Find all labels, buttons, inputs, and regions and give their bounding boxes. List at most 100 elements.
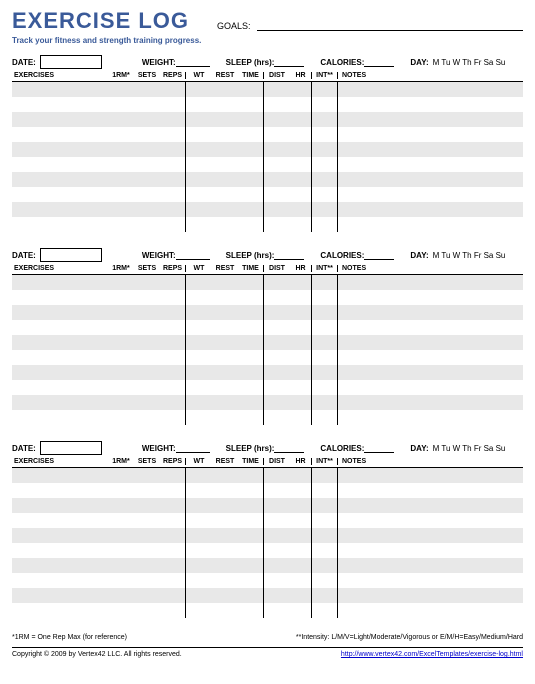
col-int: INT** [312,458,338,465]
calories-input-line[interactable] [364,250,394,260]
table-row[interactable] [12,498,523,513]
col-sets: SETS [134,458,160,465]
table-row[interactable] [12,127,523,142]
table-row[interactable] [12,603,523,618]
subtitle: Track your fitness and strength training… [12,36,523,45]
col-hr: HR [290,265,312,272]
weight-input-line[interactable] [176,443,210,453]
col-notes: NOTES [338,265,523,272]
table-row[interactable] [12,543,523,558]
footnote-intensity: **Intensity: L/M/V=Light/Moderate/Vigoro… [296,634,523,641]
table-row[interactable] [12,187,523,202]
day-options: M Tu W Th Fr Sa Su [433,251,506,260]
col-wt: WT [186,265,212,272]
col-sets: SETS [134,72,160,79]
table-row[interactable] [12,528,523,543]
table-row[interactable] [12,558,523,573]
table-row[interactable] [12,172,523,187]
date-label: DATE: [12,251,36,260]
col-reps: REPS [160,458,186,465]
sleep-input-line[interactable] [274,443,304,453]
col-1rm: 1RM* [108,265,134,272]
day-options: M Tu W Th Fr Sa Su [433,58,506,67]
table-row[interactable] [12,483,523,498]
weight-input-line[interactable] [176,250,210,260]
col-sets: SETS [134,265,160,272]
table-row[interactable] [12,112,523,127]
weight-label: WEIGHT: [142,251,176,260]
footnote-1rm: *1RM = One Rep Max (for reference) [12,634,127,641]
day-label: DAY: [410,251,428,260]
table-row[interactable] [12,468,523,483]
table-row[interactable] [12,202,523,217]
table-row[interactable] [12,573,523,588]
source-url[interactable]: http://www.vertex42.com/ExcelTemplates/e… [341,651,523,658]
table-row[interactable] [12,82,523,97]
col-notes: NOTES [338,72,523,79]
table-row[interactable] [12,365,523,380]
table-row[interactable] [12,410,523,425]
table-row[interactable] [12,217,523,232]
col-rest: REST [212,458,238,465]
col-int: INT** [312,72,338,79]
col-dist: DIST [264,458,290,465]
table-row[interactable] [12,275,523,290]
col-hr: HR [290,72,312,79]
sleep-input-line[interactable] [274,57,304,67]
sleep-input-line[interactable] [274,250,304,260]
sleep-label: SLEEP (hrs): [226,251,275,260]
date-input[interactable] [40,248,102,262]
weight-label: WEIGHT: [142,58,176,67]
goals-label: GOALS: [217,21,251,31]
calories-label: CALORIES: [320,444,364,453]
date-input[interactable] [40,441,102,455]
calories-input-line[interactable] [364,443,394,453]
calories-input-line[interactable] [364,57,394,67]
table-row[interactable] [12,97,523,112]
col-1rm: 1RM* [108,72,134,79]
copyright: Copyright © 2009 by Vertex42 LLC. All ri… [12,651,182,658]
col-wt: WT [186,458,212,465]
col-dist: DIST [264,265,290,272]
col-time: TIME [238,458,264,465]
day-label: DAY: [410,444,428,453]
weight-label: WEIGHT: [142,444,176,453]
col-int: INT** [312,265,338,272]
sleep-label: SLEEP (hrs): [226,58,275,67]
col-exercises: EXERCISES [12,265,108,272]
table-row[interactable] [12,335,523,350]
table-row[interactable] [12,588,523,603]
table-row[interactable] [12,395,523,410]
page-title: EXERCISE LOG [12,8,189,34]
col-wt: WT [186,72,212,79]
table-row[interactable] [12,350,523,365]
col-1rm: 1RM* [108,458,134,465]
calories-label: CALORIES: [320,251,364,260]
table-row[interactable] [12,290,523,305]
col-reps: REPS [160,265,186,272]
col-reps: REPS [160,72,186,79]
table-row[interactable] [12,380,523,395]
sleep-label: SLEEP (hrs): [226,444,275,453]
goals-input-line[interactable] [257,21,523,31]
col-time: TIME [238,72,264,79]
weight-input-line[interactable] [176,57,210,67]
date-label: DATE: [12,58,36,67]
table-row[interactable] [12,305,523,320]
table-row[interactable] [12,157,523,172]
col-rest: REST [212,72,238,79]
col-exercises: EXERCISES [12,72,108,79]
date-label: DATE: [12,444,36,453]
date-input[interactable] [40,55,102,69]
table-row[interactable] [12,142,523,157]
col-time: TIME [238,265,264,272]
col-exercises: EXERCISES [12,458,108,465]
day-label: DAY: [410,58,428,67]
table-row[interactable] [12,320,523,335]
day-options: M Tu W Th Fr Sa Su [433,444,506,453]
col-rest: REST [212,265,238,272]
calories-label: CALORIES: [320,58,364,67]
col-hr: HR [290,458,312,465]
table-row[interactable] [12,513,523,528]
col-notes: NOTES [338,458,523,465]
